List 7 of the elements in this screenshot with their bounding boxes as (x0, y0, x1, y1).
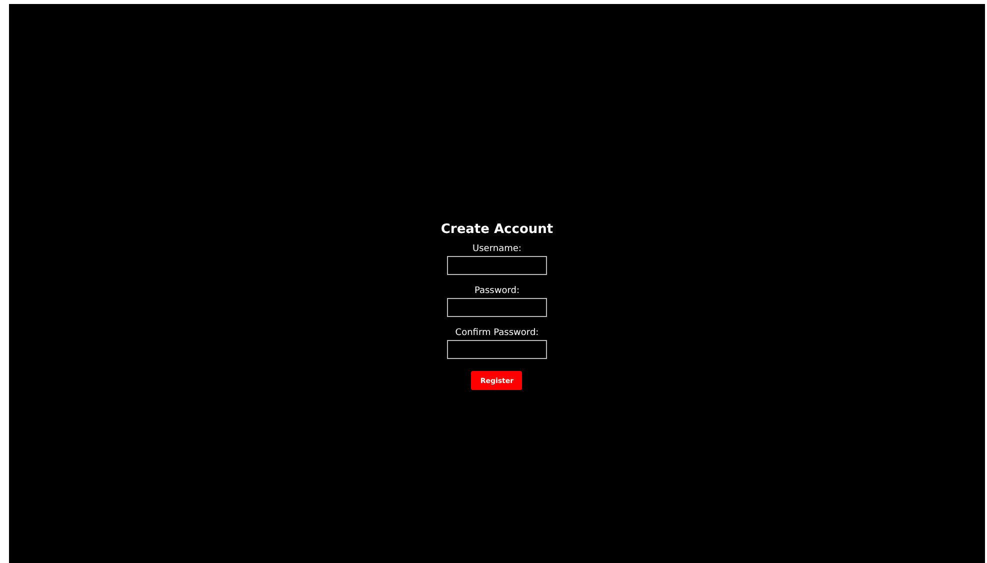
input-field[interactable] (446, 298, 547, 317)
field-label: Password: (474, 286, 520, 296)
form-title: Create Account (440, 222, 554, 237)
field-label: Username: (472, 244, 522, 254)
field-label: Confirm Password: (455, 328, 539, 338)
input-field[interactable] (446, 340, 547, 359)
input-field[interactable] (446, 256, 547, 275)
